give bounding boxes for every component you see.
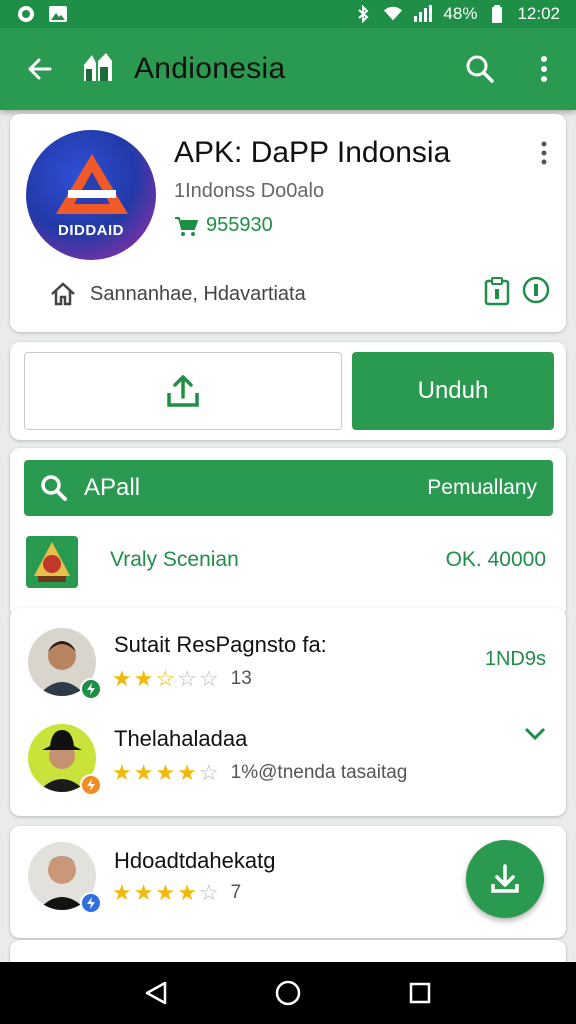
star-icon: ★ (133, 880, 154, 905)
download-count: 955930 (174, 214, 273, 237)
app-subtitle: 1Indonss Do0alo (174, 180, 325, 202)
notification-icon (16, 5, 36, 23)
review-date: 1ND9s (484, 648, 546, 670)
search-label: APall (84, 474, 141, 501)
star-icon: ★ (112, 666, 132, 691)
review-rating: ★ ★ ☆ ☆ ☆ 13 (112, 666, 252, 692)
featured-app-icon[interactable] (26, 536, 78, 588)
nav-back-button[interactable] (136, 973, 176, 1013)
page-title: Andionesia (134, 52, 286, 85)
back-button[interactable] (0, 28, 80, 110)
wifi-icon (383, 5, 403, 23)
info-icon[interactable] (522, 276, 550, 311)
verified-badge-icon (80, 892, 102, 914)
star-icon: ★ (155, 760, 176, 785)
status-bar: 48% 12:02 (0, 0, 576, 28)
app-logo-mark-icon (56, 154, 128, 214)
app-bar: Andionesia (0, 28, 576, 110)
star-empty-icon: ☆ (198, 760, 219, 785)
more-vert-icon (541, 56, 547, 82)
review-item[interactable]: Sutait ResPagnsto fa: ★ ★ ☆ ☆ ☆ 13 1ND9s (10, 624, 566, 714)
star-icon: ★ (177, 760, 197, 785)
share-button[interactable] (24, 352, 342, 430)
download-fab[interactable] (466, 840, 544, 918)
bluetooth-icon (353, 5, 373, 23)
arrow-left-icon (28, 58, 52, 80)
star-empty-icon: ☆ (198, 880, 219, 905)
app-logo-text: DIDDAID (58, 222, 124, 239)
review-item[interactable]: Thelahaladaa ★ ★ ★ ★ ☆ 1%@tnenda tasaita… (10, 722, 566, 812)
reviews-card: Sutait ResPagnsto fa: ★ ★ ☆ ☆ ☆ 13 1ND9s… (10, 608, 566, 816)
star-icon: ★ (133, 760, 154, 785)
star-half-icon: ☆ (155, 666, 176, 691)
review-author: Thelahaladaa (114, 726, 248, 751)
review-meta: 13 (230, 668, 252, 689)
expand-button[interactable] (524, 724, 546, 747)
featured-app-price: OK. 40000 (445, 548, 546, 571)
star-icon: ★ (112, 880, 132, 905)
star-icon: ★ (112, 760, 132, 785)
star-icon: ★ (155, 880, 176, 905)
triangle-back-icon (145, 981, 167, 1005)
review-meta: 1%@tnenda tasaitag (230, 762, 408, 783)
developer-name: Sannanhae, Hdavartiata (90, 282, 306, 305)
battery-icon (487, 5, 507, 23)
chevron-down-icon (524, 727, 546, 741)
action-buttons-card: Unduh (10, 342, 566, 440)
review-rating: ★ ★ ★ ★ ☆ 1%@tnenda tasaitag (112, 760, 407, 786)
developer-row[interactable]: Sannanhae, Hdavartiata (50, 282, 306, 306)
cart-icon (175, 216, 198, 236)
home-icon (51, 282, 75, 306)
search-filter-label[interactable]: Pemuallany (427, 476, 553, 500)
search-icon (24, 474, 84, 502)
nav-recents-button[interactable] (400, 973, 440, 1013)
badge-icon (80, 774, 102, 796)
download-count-value: 955930 (206, 214, 273, 236)
review-rating: ★ ★ ★ ★ ☆ 7 (112, 880, 241, 906)
search-bar[interactable]: APall Pemuallany (24, 460, 553, 516)
app-info-card: DIDDAID APK: DaPP Indonsia 1Indonss Do0a… (10, 114, 566, 332)
battery-percent: 48% (443, 4, 478, 23)
review-author: Hdoadtdahekatg (114, 848, 276, 873)
square-recents-icon (409, 982, 431, 1004)
more-vert-icon (541, 141, 547, 165)
search-card: APall Pemuallany Vraly Scenian OK. 40000 (10, 448, 566, 618)
star-empty-icon: ☆ (198, 666, 219, 691)
featured-app-name[interactable]: Vraly Scenian (110, 548, 239, 572)
download-icon (491, 864, 519, 893)
app-title: APK: DaPP Indonsia (174, 136, 451, 169)
store-logo-icon (80, 51, 120, 88)
review-author: Sutait ResPagnsto fa: (114, 632, 327, 657)
search-icon (466, 55, 494, 83)
app-logo: DIDDAID (26, 130, 156, 260)
star-empty-icon: ☆ (177, 666, 197, 691)
nav-home-button[interactable] (268, 973, 308, 1013)
circle-home-icon (275, 980, 301, 1006)
download-button[interactable]: Unduh (352, 352, 554, 430)
search-button[interactable] (448, 28, 512, 110)
overflow-menu-button[interactable] (512, 28, 576, 110)
clipboard-icon[interactable] (484, 276, 510, 311)
share-upload-icon (167, 375, 199, 407)
clock: 12:02 (517, 4, 560, 23)
system-nav-bar (0, 962, 576, 1024)
star-icon: ★ (177, 880, 197, 905)
app-overflow-button[interactable] (532, 138, 556, 168)
signal-icon (413, 5, 433, 23)
star-icon: ★ (133, 666, 154, 691)
review-meta: 7 (230, 882, 242, 903)
verified-badge-icon (80, 678, 102, 700)
image-icon (48, 5, 68, 23)
